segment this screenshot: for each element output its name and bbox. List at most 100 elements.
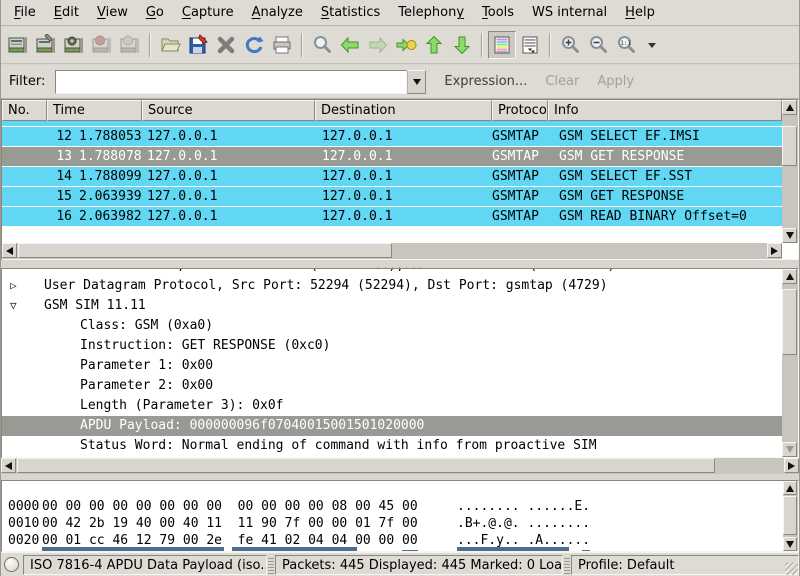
scroll-down-button[interactable]: [782, 442, 797, 457]
packet-list-hscrollbar[interactable]: [2, 243, 782, 259]
packet-list-vscrollbar[interactable]: [782, 100, 798, 243]
menu-help[interactable]: Help: [616, 1, 664, 24]
column-header-info[interactable]: Info: [548, 100, 782, 121]
hscroll-thumb[interactable]: [17, 458, 715, 473]
packet-row[interactable]: 141.788099127.0.0.1127.0.0.1GSMTAPGSM SE…: [2, 167, 782, 186]
packet-row[interactable]: 152.063939127.0.0.1127.0.0.1GSMTAPGSM GE…: [2, 187, 782, 206]
expander-collapsed-icon[interactable]: [10, 276, 30, 296]
hex-row[interactable]: 001000 42 2b 19 40 00 40 11 11 90 7f 00 …: [2, 498, 798, 515]
detail-line-clipped[interactable]: Internet Protocol, Src: 127.0.0.1 (127.0…: [2, 269, 782, 276]
go-back-icon[interactable]: [336, 31, 364, 59]
go-top-icon[interactable]: [420, 31, 448, 59]
window-resize-grip[interactable]: [785, 562, 798, 575]
expression-button[interactable]: Expression...: [444, 74, 527, 89]
status-field-selected: ISO 7816-4 APDU Data Payload (iso...: [23, 555, 267, 575]
menu-analyze[interactable]: Analyze: [243, 1, 312, 24]
find-packet-icon[interactable]: [308, 31, 336, 59]
toolbar-overflow-icon[interactable]: [648, 43, 656, 48]
vscroll-thumb[interactable]: [783, 496, 797, 535]
detail-line-instruction[interactable]: Instruction: GET RESPONSE (0xc0): [2, 336, 782, 356]
scroll-up-button[interactable]: [782, 100, 797, 115]
hex-row[interactable]: 002000 01 cc 46 12 79 00 2e fe 41 02 04 …: [2, 515, 798, 532]
hex-vscrollbar[interactable]: [783, 481, 798, 551]
toolbar-separator: [481, 33, 483, 57]
scroll-down-button[interactable]: [783, 537, 797, 551]
status-grip[interactable]: [564, 556, 570, 574]
menu-edit[interactable]: Edit: [45, 1, 88, 24]
close-file-icon[interactable]: [212, 31, 240, 59]
expert-info-icon[interactable]: [4, 557, 19, 572]
hscroll-thumb[interactable]: [18, 243, 392, 258]
status-packet-counts: Packets: 445 Displayed: 445 Marked: 0 Lo…: [275, 555, 563, 575]
column-header-time[interactable]: Time: [47, 100, 142, 121]
pane-splitter[interactable]: [1, 260, 799, 268]
clipped-highlight-row: [42, 547, 224, 551]
packet-list-header: No. Time Source Destination Protocol Inf…: [2, 100, 782, 121]
status-bar: ISO 7816-4 APDU Data Payload (iso... Pac…: [1, 552, 799, 576]
go-bottom-icon[interactable]: [448, 31, 476, 59]
vscroll-thumb[interactable]: [782, 126, 797, 166]
scroll-right-button[interactable]: [767, 243, 782, 258]
scroll-right-button[interactable]: [784, 458, 799, 473]
detail-line-udp[interactable]: User Datagram Protocol, Src Port: 52294 …: [2, 276, 782, 296]
go-to-packet-icon[interactable]: [392, 31, 420, 59]
clear-button[interactable]: Clear: [545, 74, 579, 89]
column-header-no[interactable]: No.: [2, 100, 47, 121]
expander-expanded-icon[interactable]: [10, 296, 30, 316]
scroll-up-button[interactable]: [783, 481, 797, 495]
main-toolbar: 1:1: [1, 27, 799, 64]
filter-dropdown-button[interactable]: [407, 70, 426, 94]
packet-row-selected[interactable]: 131.788078127.0.0.1127.0.0.1GSMTAPGSM GE…: [2, 147, 782, 166]
status-grip[interactable]: [268, 556, 274, 574]
detail-line-class[interactable]: Class: GSM (0xa0): [2, 316, 782, 336]
scroll-left-button[interactable]: [2, 243, 17, 258]
menu-telephony[interactable]: Telephony: [389, 1, 473, 24]
menu-capture[interactable]: Capture: [173, 1, 243, 24]
zoom-normal-icon[interactable]: 1:1: [612, 31, 640, 59]
packet-row-clipped[interactable]: 11 1.787891 127.0.0.1 127.0.0.1 GSMTAP G…: [2, 121, 782, 126]
detail-line-length[interactable]: Length (Parameter 3): 0x0f: [2, 396, 782, 416]
detail-line-status-word[interactable]: Status Word: Normal ending of command wi…: [2, 436, 782, 456]
reload-icon[interactable]: [240, 31, 268, 59]
menu-statistics[interactable]: Statistics: [312, 1, 389, 24]
packet-row[interactable]: 121.788053127.0.0.1127.0.0.1GSMTAPGSM SE…: [2, 127, 782, 146]
details-vscrollbar[interactable]: [782, 269, 798, 457]
clipped-highlight-row: [232, 547, 357, 551]
scroll-left-button[interactable]: [1, 458, 16, 473]
detail-line-parameter1[interactable]: Parameter 1: 0x00: [2, 356, 782, 376]
packet-list-rows: 11 1.787891 127.0.0.1 127.0.0.1 GSMTAP G…: [2, 121, 782, 243]
apply-button[interactable]: Apply: [597, 74, 634, 89]
menu-go[interactable]: Go: [137, 1, 173, 24]
packet-row[interactable]: 162.063982127.0.0.1127.0.0.1GSMTAPGSM RE…: [2, 207, 782, 226]
capture-start-icon[interactable]: [60, 31, 88, 59]
filter-input[interactable]: [55, 70, 407, 94]
scroll-down-button[interactable]: [782, 228, 797, 243]
vscroll-thumb[interactable]: [782, 289, 797, 355]
capture-restart-icon[interactable]: [116, 31, 144, 59]
hex-row[interactable]: 000000 00 00 00 00 00 00 00 00 00 00 00 …: [2, 481, 798, 498]
menu-view[interactable]: View: [88, 1, 137, 24]
save-file-icon[interactable]: [184, 31, 212, 59]
column-header-destination[interactable]: Destination: [315, 100, 492, 121]
capture-stop-icon[interactable]: [88, 31, 116, 59]
details-hscrollbar[interactable]: [1, 458, 799, 474]
column-header-protocol[interactable]: Protocol: [492, 100, 548, 121]
auto-scroll-toggle-icon[interactable]: [516, 31, 544, 59]
detail-line-apdu-payload-selected[interactable]: APDU Payload: 000000096f0704001500150102…: [2, 416, 782, 436]
print-icon[interactable]: [268, 31, 296, 59]
column-header-source[interactable]: Source: [142, 100, 315, 121]
detail-line-parameter2[interactable]: Parameter 2: 0x00: [2, 376, 782, 396]
colorize-toggle-icon[interactable]: [488, 31, 516, 59]
status-profile: Profile: Default: [571, 555, 799, 575]
menu-file[interactable]: File: [5, 1, 45, 24]
open-file-icon[interactable]: [156, 31, 184, 59]
scroll-up-button[interactable]: [782, 269, 797, 284]
zoom-out-icon[interactable]: [584, 31, 612, 59]
detail-line-gsm-sim[interactable]: GSM SIM 11.11: [2, 296, 782, 316]
list-interfaces-icon[interactable]: [4, 31, 32, 59]
menu-tools[interactable]: Tools: [473, 1, 523, 24]
go-forward-icon[interactable]: [364, 31, 392, 59]
zoom-in-icon[interactable]: [556, 31, 584, 59]
menu-ws-internal[interactable]: WS internal: [523, 1, 616, 24]
capture-options-icon[interactable]: [32, 31, 60, 59]
